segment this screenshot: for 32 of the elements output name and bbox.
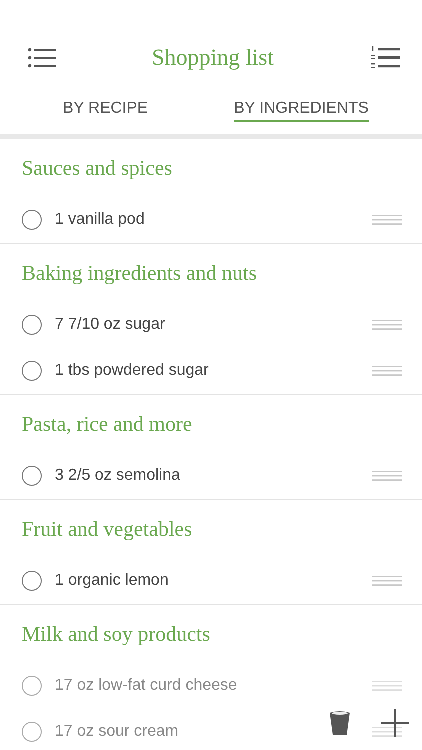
drag-handle-icon[interactable]	[372, 215, 402, 225]
item-text: 1 organic lemon	[55, 572, 169, 590]
drag-handle-icon[interactable]	[372, 366, 402, 376]
checkbox[interactable]	[22, 466, 42, 486]
checkbox[interactable]	[22, 571, 42, 591]
section-title: Baking ingredients and nuts	[21, 260, 258, 286]
tab[interactable]: BY INGREDIENTS	[234, 86, 369, 122]
item-text: 17 oz sour cream	[55, 723, 179, 741]
drag-handle-icon[interactable]	[372, 320, 402, 330]
section-title: Fruit and vegetables	[21, 516, 194, 542]
section-title: Milk and soy products	[21, 620, 212, 648]
drag-handle-icon[interactable]	[372, 471, 402, 481]
drag-handle-icon[interactable]	[372, 576, 402, 586]
item-text: 1 tbs powdered sugar	[55, 362, 209, 380]
section-title: Pasta, rice and more	[21, 410, 194, 438]
checkbox[interactable]	[22, 315, 42, 335]
menu-icon[interactable]	[28, 47, 56, 69]
item-text: 17 oz low-fat curd cheese	[55, 677, 238, 695]
tab[interactable]: BY RECIPE	[63, 86, 148, 122]
checkbox[interactable]	[22, 676, 42, 696]
numbered-list-icon[interactable]	[370, 46, 400, 70]
trash-icon[interactable]	[329, 710, 351, 736]
item-text: 1 vanilla pod	[55, 211, 145, 229]
checkbox[interactable]	[22, 722, 42, 742]
section-title: Sauces and spices	[21, 154, 174, 182]
add-icon[interactable]	[381, 709, 409, 737]
item-text: 3 2/5 oz semolina	[55, 467, 180, 485]
drag-handle-icon[interactable]	[372, 681, 402, 691]
screen-title: Shopping list	[152, 45, 274, 71]
item-text: 7 7/10 oz sugar	[55, 316, 166, 334]
checkbox[interactable]	[22, 361, 42, 381]
checkbox[interactable]	[22, 210, 42, 230]
